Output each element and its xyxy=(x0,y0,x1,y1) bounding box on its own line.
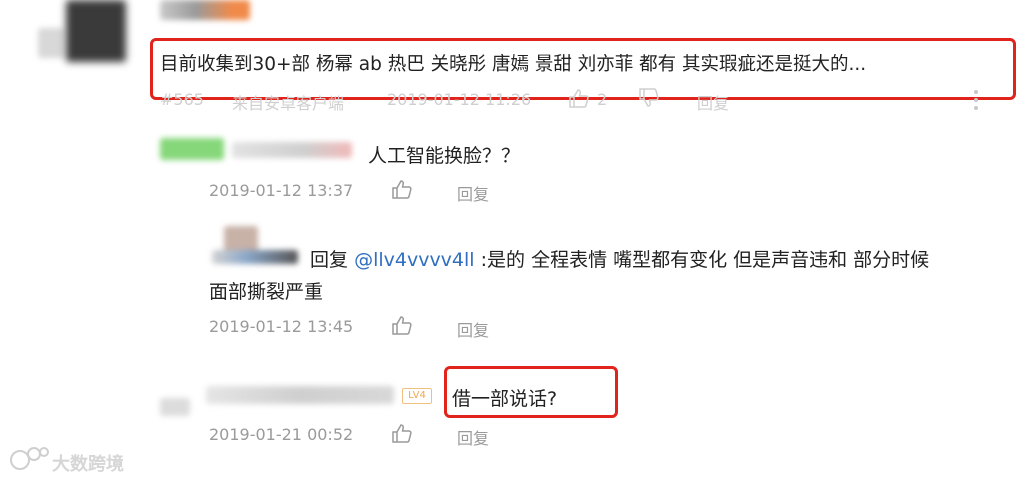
comment-3-mention-link[interactable]: @llv4vvvv4ll xyxy=(354,249,475,271)
thumbs-up-icon[interactable] xyxy=(391,423,413,443)
thumbs-up-icon[interactable] xyxy=(391,315,413,335)
comment-3-text-1: :是的 全程表情 嘴型都有变化 但是声音违和 部分时候 xyxy=(480,249,930,271)
comment-2-text: 人工智能换脸？？ xyxy=(368,145,521,167)
comment-2-reply-button[interactable]: 回复 xyxy=(457,181,489,205)
comment-3-line1: 回复 @llv4vvvv4ll :是的 全程表情 嘴型都有变化 但是声音违和 部… xyxy=(310,245,929,272)
comment-1-floor: #565 xyxy=(160,90,204,109)
comment-4-highlight-box xyxy=(444,366,618,418)
thumbs-up-icon[interactable] xyxy=(391,179,413,199)
thumbs-up-icon[interactable] xyxy=(568,88,590,108)
comment-3-time: 2019-01-12 13:45 xyxy=(209,317,354,336)
comment-1-like-count: 2 xyxy=(597,90,608,109)
username-comment-2-blurred xyxy=(232,142,352,158)
username-top-blurred xyxy=(160,0,250,20)
username-comment-4-blurred xyxy=(206,386,394,404)
watermark-logo-icon xyxy=(10,447,49,470)
avatar-top-blurred-2 xyxy=(66,0,126,62)
comment-1-reply-button[interactable]: 回复 xyxy=(697,90,729,114)
comment-3-reply-word: 回复 xyxy=(310,249,349,271)
comment-2-time: 2019-01-12 13:37 xyxy=(209,181,354,200)
avatar-comment-2-blurred xyxy=(160,138,224,160)
comment-1-time: 2019-01-12 11:26 xyxy=(387,90,532,109)
comment-4-reply-button[interactable]: 回复 xyxy=(457,425,489,449)
avatar-top-blurred xyxy=(38,28,64,58)
comment-3-line2: 面部撕裂严重 xyxy=(209,281,324,303)
comment-1-source: 来自安卓客户端 xyxy=(232,94,345,113)
user-level-badge: LV4 xyxy=(402,388,432,404)
watermark-text: 大数跨境 xyxy=(52,454,124,475)
more-vertical-icon[interactable] xyxy=(974,90,978,114)
comment-4-time: 2019-01-21 00:52 xyxy=(209,425,354,444)
username-comment-3-blurred xyxy=(212,250,298,264)
avatar-comment-4-blurred xyxy=(160,398,190,416)
thumbs-down-icon[interactable] xyxy=(638,88,660,108)
comment-3-reply-button[interactable]: 回复 xyxy=(457,317,489,341)
badge-text: LV4 xyxy=(408,390,426,401)
